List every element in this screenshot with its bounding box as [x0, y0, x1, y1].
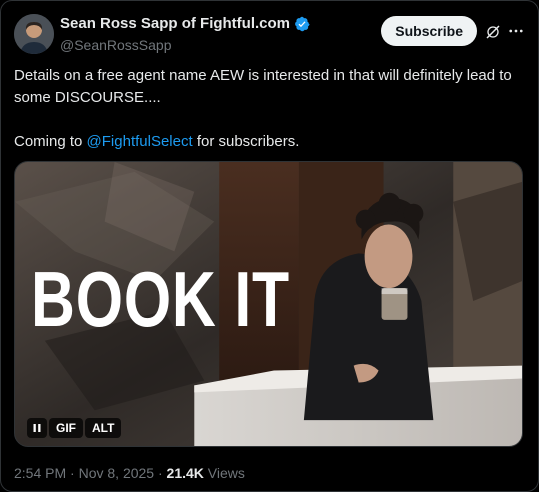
tweet-header: Sean Ross Sapp of Fightful.com @SeanRoss… [14, 12, 525, 56]
tweet-time[interactable]: 2:54 PM [14, 465, 66, 481]
gif-badge: GIF [49, 418, 83, 438]
author-display-name-row[interactable]: Sean Ross Sapp of Fightful.com [60, 14, 310, 34]
tweet-line-2-suffix: for subscribers. [192, 133, 300, 150]
meta-separator: · [154, 465, 167, 481]
subscribe-button[interactable]: Subscribe [381, 16, 477, 46]
avatar-image [14, 14, 54, 54]
tweet-meta: 2:54 PM · Nov 8, 2025 · 21.4K Views [14, 464, 245, 482]
author-names: Sean Ross Sapp of Fightful.com @SeanRoss… [60, 14, 310, 54]
meta-separator: · [66, 465, 79, 481]
tweet-media-gif[interactable]: BOOK IT GIF ALT [14, 161, 523, 447]
author-display-name[interactable]: Sean Ross Sapp of Fightful.com [60, 14, 290, 34]
gif-overlay-text: BOOK IT [31, 255, 290, 343]
views-label: Views [203, 465, 245, 481]
media-controls: GIF ALT [27, 418, 122, 438]
grok-icon[interactable] [485, 24, 501, 40]
more-icon[interactable] [507, 22, 525, 40]
pause-icon[interactable] [27, 418, 47, 438]
author-handle[interactable]: @SeanRossSapp [60, 36, 310, 54]
tweet-line-2-prefix: Coming to [14, 133, 87, 150]
tweet-date[interactable]: Nov 8, 2025 [79, 465, 155, 481]
avatar[interactable] [14, 14, 54, 54]
verified-badge-icon [295, 16, 310, 32]
alt-text-button[interactable]: ALT [85, 418, 122, 438]
tweet-line-2: Coming to @FightfulSelect for subscriber… [14, 131, 525, 153]
views-count[interactable]: 21.4K [167, 465, 204, 481]
pause-glyph-icon [33, 424, 41, 432]
mention-link[interactable]: @FightfulSelect [87, 133, 193, 150]
tweet-text: Details on a free agent name AEW is inte… [14, 65, 525, 153]
tweet-line-1: Details on a free agent name AEW is inte… [14, 67, 512, 106]
